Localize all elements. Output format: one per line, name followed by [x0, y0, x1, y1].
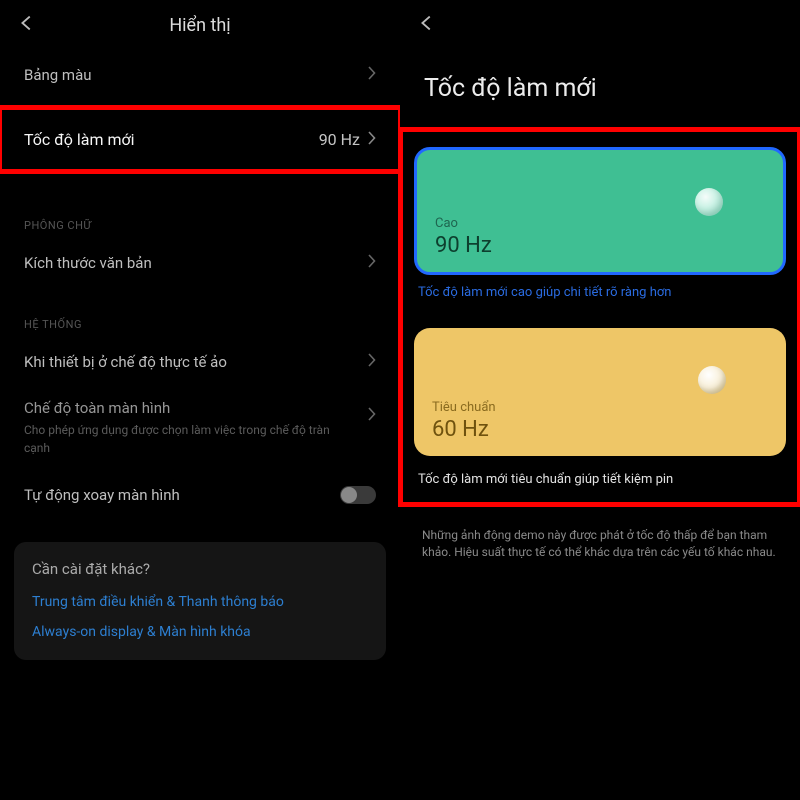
card-link-aod[interactable]: Always-on display & Màn hình khóa [32, 624, 368, 640]
card-link-control-center[interactable]: Trung tâm điều khiển & Thanh thông báo [32, 594, 368, 610]
row-label: Chế độ toàn màn hình [24, 399, 376, 417]
display-settings-screen: Hiển thị Bảng màu Tốc độ làm mới 90 Hz P… [0, 0, 400, 800]
section-header-system: HỆ THỐNG [0, 288, 400, 337]
row-value-group: 90 Hz [319, 130, 376, 149]
row-label: Kích thước văn bản [24, 254, 152, 272]
row-vr-mode[interactable]: Khi thiết bị ở chế độ thực tế ảo [0, 337, 400, 387]
chevron-right-icon [368, 407, 376, 425]
section-header-font: PHÔNG CHỮ [0, 189, 400, 238]
option-value: 60 Hz [432, 417, 768, 442]
page-title: Hiển thị [169, 15, 230, 36]
toggle-knob [341, 487, 357, 503]
row-label: Tốc độ làm mới [24, 130, 135, 149]
option-value: 90 Hz [435, 233, 765, 258]
row-value: 90 Hz [319, 130, 360, 149]
demo-ball-icon [695, 188, 723, 216]
related-settings-card: Cần cài đặt khác? Trung tâm điều khiển &… [14, 542, 386, 660]
row-text-size[interactable]: Kích thước văn bản [0, 238, 400, 288]
page-title: Tốc độ làm mới [400, 50, 800, 129]
chevron-right-icon [368, 66, 376, 84]
chevron-right-icon [368, 130, 376, 149]
option-label: Cao [435, 216, 765, 231]
row-refresh-rate[interactable]: Tốc độ làm mới 90 Hz [0, 108, 400, 171]
row-auto-rotate: Tự động xoay màn hình [0, 470, 400, 520]
chevron-right-icon [368, 254, 376, 272]
header [400, 0, 800, 50]
back-icon[interactable] [16, 12, 38, 38]
refresh-rate-options: Cao 90 Hz Tốc độ làm mới cao giúp chi ti… [400, 129, 800, 505]
card-question: Cần cài đặt khác? [32, 560, 368, 578]
toggle-switch[interactable] [340, 486, 376, 504]
option-label: Tiêu chuẩn [432, 400, 768, 415]
row-label: Tự động xoay màn hình [24, 486, 180, 504]
row-fullscreen-mode[interactable]: Chế độ toàn màn hình Cho phép ứng dụng đ… [0, 387, 400, 470]
footnote: Những ảnh động demo này được phát ở tốc … [400, 505, 800, 562]
row-subtitle: Cho phép ứng dụng được chọn làm việc tro… [24, 423, 330, 455]
row-label: Khi thiết bị ở chế độ thực tế ảo [24, 353, 227, 371]
chevron-right-icon [368, 353, 376, 371]
demo-ball-icon [698, 366, 726, 394]
back-icon[interactable] [416, 12, 438, 38]
option-standard-60hz[interactable]: Tiêu chuẩn 60 Hz [414, 328, 786, 456]
option-high-90hz[interactable]: Cao 90 Hz [414, 147, 786, 275]
option-high-hint: Tốc độ làm mới cao giúp chi tiết rõ ràng… [414, 275, 786, 300]
option-standard-hint: Tốc độ làm mới tiêu chuẩn giúp tiết kiệm… [414, 456, 786, 487]
header: Hiển thị [0, 0, 400, 50]
refresh-rate-screen: Tốc độ làm mới Cao 90 Hz Tốc độ làm mới … [400, 0, 800, 800]
row-color-scheme[interactable]: Bảng màu [0, 50, 400, 100]
row-label: Bảng màu [24, 66, 92, 84]
